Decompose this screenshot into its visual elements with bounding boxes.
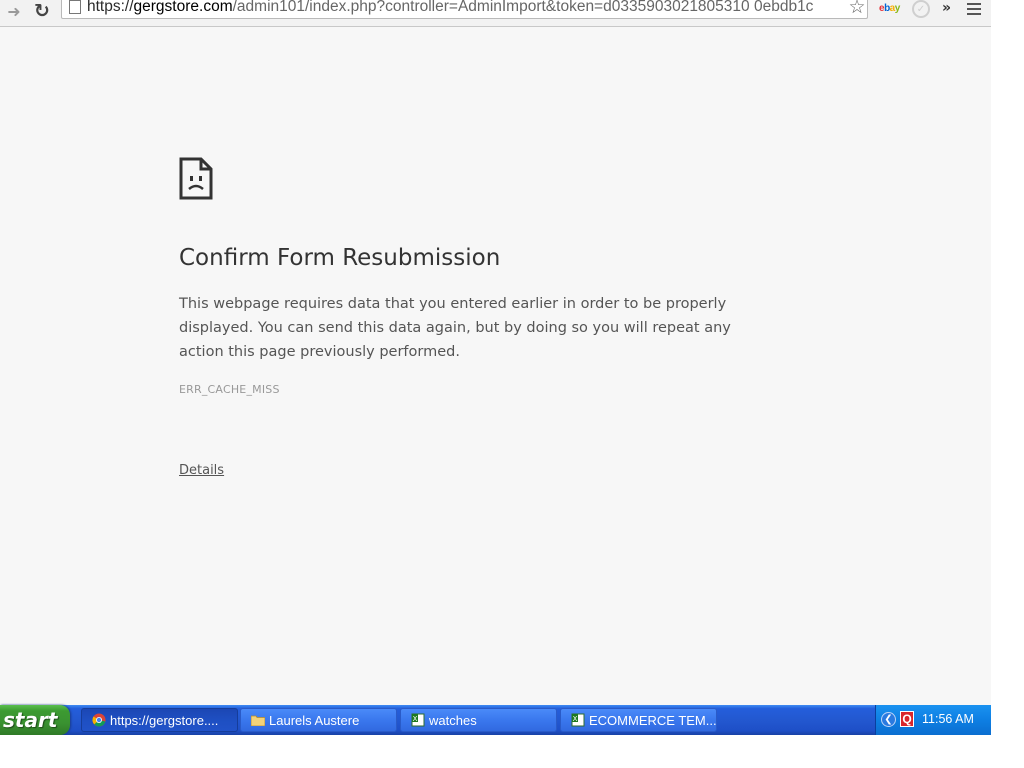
taskbar-item-label: watches <box>429 712 477 728</box>
start-button[interactable]: start <box>0 705 70 735</box>
url-scheme: https:// <box>87 0 134 15</box>
taskbar-item-label: Laurels Austere <box>269 712 360 728</box>
svg-text:X: X <box>573 715 578 723</box>
svg-text:X: X <box>413 715 418 723</box>
url-path: /admin101/index.php?controller=AdminImpo… <box>232 0 814 15</box>
url-host: gergstore.com <box>133 0 233 15</box>
system-tray: ❮ Q 11:56 AM <box>875 705 991 735</box>
taskbar-item-ecommerce[interactable]: X ECOMMERCE TEM... <box>560 708 717 732</box>
taskbar: start https://gergstore.... Laurels Aust… <box>0 705 991 735</box>
browser-toolbar: ➜ ↻ https://gergstore.com/admin101/index… <box>0 0 991 27</box>
details-link[interactable]: Details <box>179 463 224 478</box>
extension-circle-icon[interactable]: ✓ <box>912 0 930 18</box>
page-icon <box>69 0 81 14</box>
ebay-extension-icon[interactable]: ebay <box>879 3 900 14</box>
address-bar[interactable]: https://gergstore.com/admin101/index.php… <box>61 0 868 19</box>
error-title: Confirm Form Resubmission <box>179 245 501 271</box>
bookmark-star-icon[interactable]: ☆ <box>847 0 867 18</box>
more-extensions-chevron-icon[interactable]: » <box>942 0 951 16</box>
browser-menu-icon[interactable] <box>967 3 981 15</box>
tray-expand-icon[interactable]: ❮ <box>881 712 896 727</box>
browser-window: ➜ ↻ https://gergstore.com/admin101/index… <box>0 0 991 735</box>
forward-arrow-icon[interactable]: ➜ <box>3 0 25 22</box>
taskbar-item-label: ECOMMERCE TEM... <box>589 712 717 728</box>
taskbar-item-watches[interactable]: X watches <box>400 708 557 732</box>
taskbar-item-folder[interactable]: Laurels Austere <box>240 708 397 732</box>
excel-icon: X <box>571 713 585 727</box>
error-code: ERR_CACHE_MISS <box>179 383 280 396</box>
taskbar-item-label: https://gergstore.... <box>110 712 219 728</box>
taskbar-item-chrome[interactable]: https://gergstore.... <box>81 708 238 732</box>
reload-icon[interactable]: ↻ <box>31 0 53 22</box>
tray-app-icon[interactable]: Q <box>900 711 914 727</box>
ebay-letter: y <box>894 3 901 14</box>
chrome-icon <box>92 713 106 727</box>
excel-icon: X <box>411 713 425 727</box>
sad-page-icon <box>179 157 213 204</box>
folder-icon <box>251 713 265 727</box>
error-message: This webpage requires data that you ente… <box>179 296 731 360</box>
clock[interactable]: 11:56 AM <box>922 712 974 726</box>
url-text[interactable]: https://gergstore.com/admin101/index.php… <box>87 0 867 16</box>
